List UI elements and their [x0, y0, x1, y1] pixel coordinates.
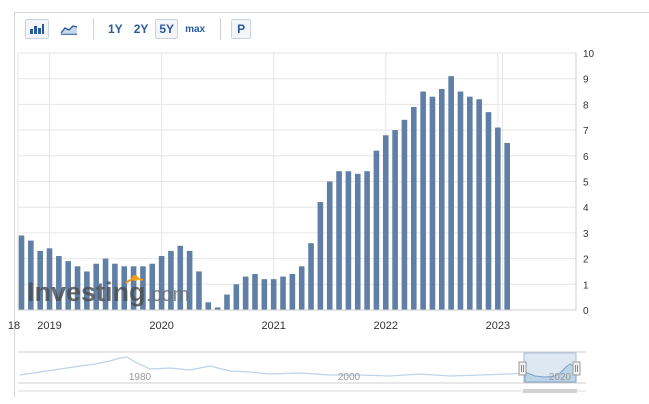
bar-2022-07[interactable]	[439, 88, 445, 310]
y-tick-label: 9	[583, 75, 589, 86]
bar-2022-01[interactable]	[382, 135, 389, 310]
bar-2022-02[interactable]	[392, 130, 398, 310]
bar-undefined[interactable]	[504, 142, 510, 310]
y-tick-label: 5	[583, 178, 589, 189]
x-axis: 18 2019 2020 2021 2022 2023	[8, 309, 576, 332]
bar-2022-06[interactable]	[429, 96, 436, 310]
range-navigator[interactable]: 1980 2000 2020	[18, 351, 586, 393]
bar-2020-12[interactable]	[261, 279, 268, 310]
y-tick-label: 0	[583, 306, 589, 317]
y-tick-label: 4	[583, 203, 589, 214]
bar-2021-09[interactable]	[345, 171, 352, 310]
y-axis: 0 1 2 3 4 5 6 7 8 9 10	[575, 49, 595, 317]
navigator-label-2020: 2020	[549, 372, 572, 383]
bar-2020-09[interactable]	[233, 284, 240, 310]
bar-2021-05[interactable]	[308, 243, 314, 310]
bar-2021-04[interactable]	[298, 266, 305, 310]
bar-2021-12[interactable]	[373, 150, 380, 310]
bar-2022-08[interactable]	[448, 76, 454, 310]
y-tick-label: 10	[583, 49, 595, 60]
bar-2023-01[interactable]	[495, 127, 501, 310]
x-tick-label: 2019	[37, 320, 61, 332]
watermark-suffix: .com	[146, 284, 189, 306]
x-tick-label: 2023	[486, 320, 510, 332]
bar-chart: Investing .com 0 1 2 3 4 5 6 7 8 9 10 18 2019 2020 20…	[8, 49, 595, 393]
y-tick-label: 6	[583, 152, 589, 163]
bar-2022-12[interactable]	[485, 112, 492, 310]
y-tick-label: 1	[583, 280, 589, 291]
navigator-label-1980: 1980	[129, 372, 152, 383]
y-tick-label: 8	[583, 100, 589, 111]
bar-2022-11[interactable]	[476, 99, 482, 310]
navigator-left-handle[interactable]	[518, 361, 527, 376]
bar-2021-10[interactable]	[354, 173, 361, 310]
y-tick-label: 3	[583, 229, 589, 240]
bar-2020-05[interactable]	[196, 271, 202, 310]
y-tick-label: 2	[583, 255, 589, 266]
bar-series	[18, 76, 510, 311]
x-tick-label: 2021	[261, 320, 285, 332]
grid-lines	[17, 52, 576, 311]
bar-2021-06[interactable]	[317, 202, 324, 310]
y-tick-label: 7	[583, 126, 589, 137]
bar-2021-11[interactable]	[364, 171, 370, 310]
bar-2021-08[interactable]	[336, 171, 342, 310]
x-tick-label: 2020	[149, 320, 173, 332]
navigator-label-2000: 2000	[338, 372, 361, 383]
navigator-series-line	[19, 356, 526, 377]
bar-2021-02[interactable]	[280, 276, 286, 310]
x-tick-label: 18	[8, 320, 20, 332]
watermark-brand: Investing	[27, 277, 146, 307]
bar-2018-10[interactable]	[18, 235, 25, 310]
bar-2020-11[interactable]	[252, 274, 258, 310]
bar-2020-10[interactable]	[242, 276, 249, 310]
bar-2021-03[interactable]	[289, 274, 296, 310]
watermark: Investing .com	[27, 275, 189, 307]
bar-2021-01[interactable]	[270, 279, 277, 310]
navigator-right-handle[interactable]	[572, 361, 581, 376]
bar-2020-06[interactable]	[205, 302, 212, 310]
x-tick-label: 2022	[374, 320, 398, 332]
bar-2022-05[interactable]	[420, 91, 426, 310]
bar-2020-08[interactable]	[224, 294, 230, 310]
bar-2022-10[interactable]	[467, 96, 473, 310]
bar-2022-03[interactable]	[401, 119, 408, 310]
bar-2022-04[interactable]	[410, 106, 417, 310]
bar-2022-09[interactable]	[457, 91, 464, 310]
bar-2021-07[interactable]	[326, 181, 333, 311]
navigator-scrollbar[interactable]	[18, 389, 586, 393]
